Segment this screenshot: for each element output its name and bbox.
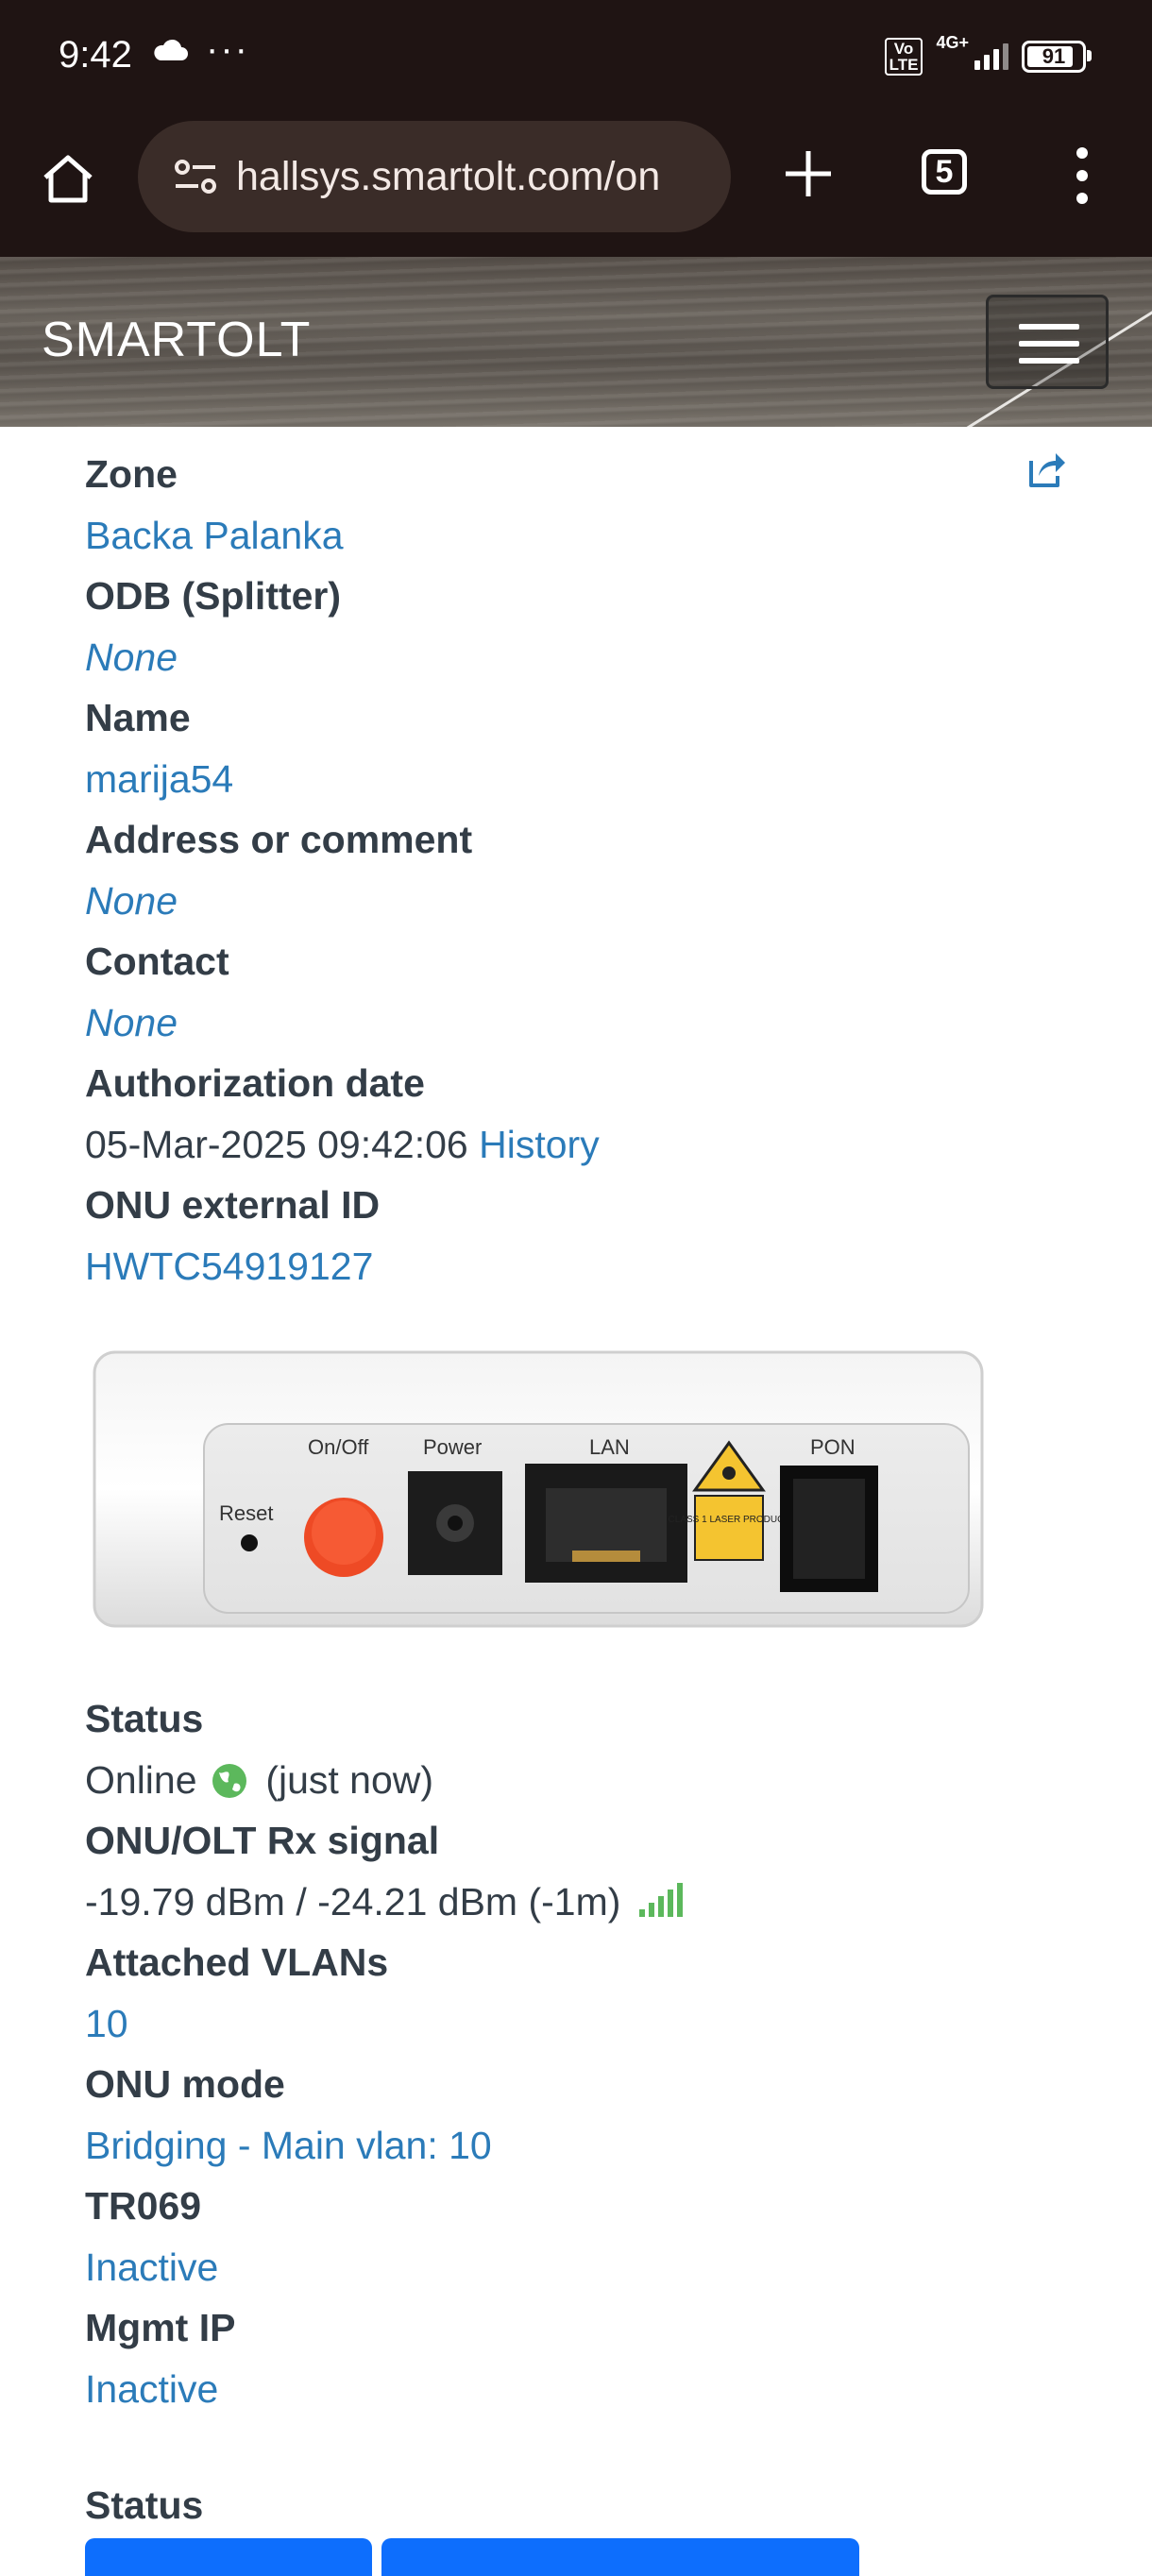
- onu-mode-label: ONU mode: [85, 2062, 285, 2106]
- mgmt-ip-label: Mgmt IP: [85, 2306, 236, 2349]
- status-label: Status: [85, 1697, 204, 1740]
- onu-status: Status Online (just now) ONU/OLT Rx sign…: [85, 1690, 1086, 2421]
- status-action-button-2[interactable]: [381, 2538, 859, 2576]
- tab-switcher-button[interactable]: 5: [922, 149, 967, 195]
- nav-toggle-button[interactable]: [986, 295, 1109, 389]
- cell-signal-icon: 4G+: [936, 33, 1008, 70]
- zone-link[interactable]: Backa Palanka: [85, 507, 1086, 568]
- address-label: Address or comment: [85, 818, 473, 861]
- external-id-link[interactable]: HWTC54919127: [85, 1238, 1086, 1298]
- globe-icon: [212, 1764, 246, 1798]
- mgmt-ip-link[interactable]: Inactive: [85, 2361, 1086, 2421]
- battery-icon: 91: [1022, 41, 1092, 73]
- new-tab-icon[interactable]: [780, 145, 837, 202]
- site-settings-icon[interactable]: [174, 158, 217, 195]
- onu-mode-link[interactable]: Bridging - Main vlan: 10: [85, 2117, 1086, 2178]
- tr069-label: TR069: [85, 2184, 202, 2228]
- authorization-date-value: 05-Mar-2025 09:42:06: [85, 1123, 468, 1166]
- browser-toolbar: hallsys.smartolt.com/on 5: [0, 113, 1152, 257]
- onu-details: Zone Backa Palanka ODB (Splitter) None N…: [85, 446, 1086, 1298]
- contact-link[interactable]: None: [85, 994, 1086, 1055]
- pon-label: PON: [810, 1435, 856, 1459]
- cloud-icon: [154, 39, 188, 60]
- odb-link[interactable]: None: [85, 629, 1086, 689]
- status-section-label: Status: [85, 2483, 204, 2527]
- tr069-link[interactable]: Inactive: [85, 2239, 1086, 2299]
- signal-label: ONU/OLT Rx signal: [85, 1819, 440, 1862]
- status-time: (just now): [265, 1758, 434, 1802]
- home-icon[interactable]: [38, 149, 98, 210]
- odb-label: ODB (Splitter): [85, 574, 342, 618]
- authorization-date-row: 05-Mar-2025 09:42:06 History: [85, 1116, 1086, 1177]
- clock: 9:42: [59, 34, 132, 76]
- status-action-button[interactable]: [85, 2538, 372, 2576]
- history-link[interactable]: History: [479, 1123, 600, 1166]
- lan-label: LAN: [589, 1435, 630, 1459]
- signal-value: -19.79 dBm / -24.21 dBm (-1m): [85, 1880, 621, 1924]
- signal-strength-icon: [638, 1883, 683, 1917]
- volte-icon: Vo LTE: [884, 38, 923, 76]
- system-status-bar: 9:42 ··· Vo LTE 4G+ 91: [0, 0, 1152, 113]
- address-link[interactable]: None: [85, 873, 1086, 933]
- browser-menu-icon[interactable]: [1075, 147, 1090, 204]
- name-label: Name: [85, 696, 191, 739]
- status-row: Online (just now): [85, 1752, 1086, 1812]
- onoff-label: On/Off: [308, 1435, 369, 1459]
- more-notifications-icon: ···: [206, 28, 249, 70]
- signal-row: -19.79 dBm / -24.21 dBm (-1m): [85, 1873, 1086, 1934]
- external-id-label: ONU external ID: [85, 1183, 381, 1227]
- power-label: Power: [423, 1435, 482, 1459]
- status-value: Online: [85, 1758, 197, 1802]
- laser-class-label: CLASS 1 LASER PRODUCT: [669, 1515, 790, 1525]
- reset-label: Reset: [219, 1501, 273, 1525]
- brand-logo[interactable]: SMARTOLT: [42, 312, 311, 368]
- name-link[interactable]: marija54: [85, 751, 1086, 811]
- vlans-label: Attached VLANs: [85, 1940, 389, 1984]
- address-bar[interactable]: hallsys.smartolt.com/on: [138, 121, 731, 232]
- contact-label: Contact: [85, 940, 229, 983]
- zone-label: Zone: [85, 452, 178, 496]
- url-text: hallsys.smartolt.com/on: [236, 153, 661, 199]
- authorization-date-label: Authorization date: [85, 1061, 425, 1105]
- vlans-link[interactable]: 10: [85, 1995, 1086, 2056]
- status-icons: Vo LTE 4G+ 91: [884, 33, 1092, 76]
- site-header: SMARTOLT: [0, 257, 1152, 427]
- onu-device-image: Reset On/Off Power LAN CLASS 1 LASER PRO…: [93, 1350, 984, 1628]
